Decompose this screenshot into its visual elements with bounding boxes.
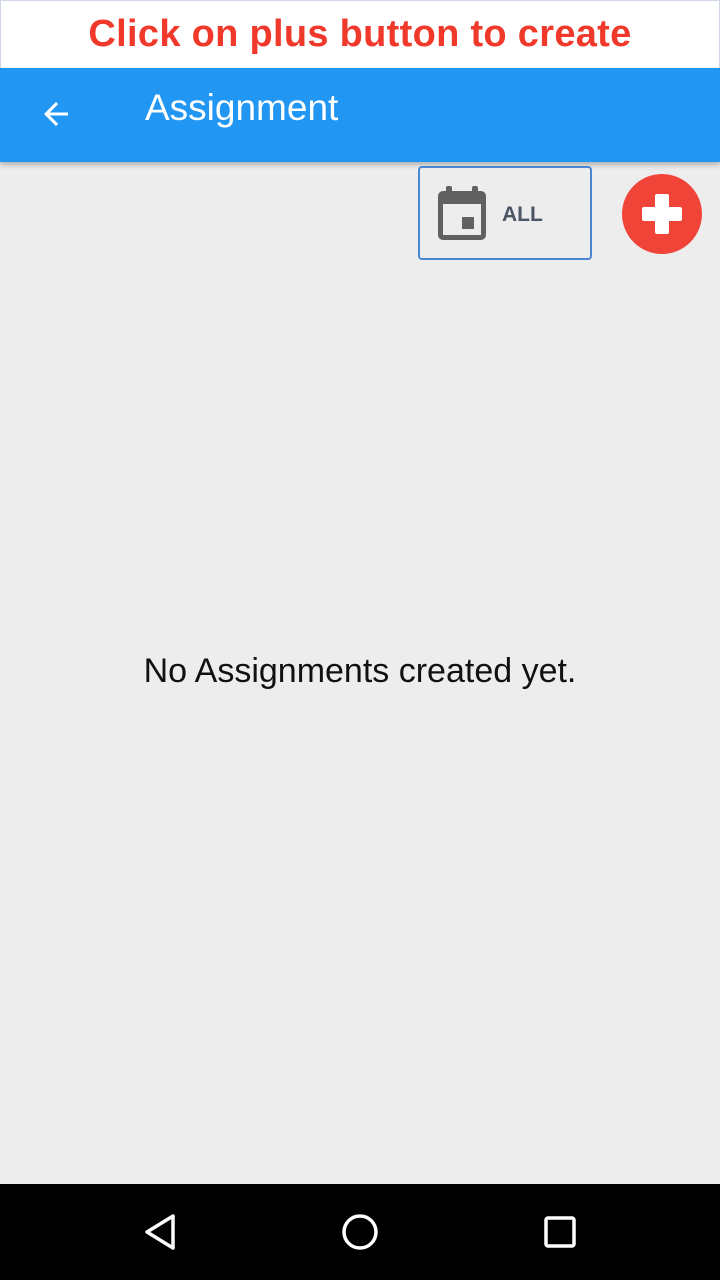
filter-label: ALL: [502, 203, 543, 226]
page-title: Assignment: [145, 87, 339, 128]
add-assignment-button[interactable]: [622, 174, 702, 254]
nav-back-button[interactable]: [126, 1198, 194, 1266]
plus-icon: [642, 194, 682, 234]
nav-recents-button[interactable]: [526, 1198, 594, 1266]
system-nav-bar: [0, 1184, 720, 1280]
nav-home-button[interactable]: [326, 1198, 394, 1266]
calendar-icon: [438, 186, 486, 240]
empty-state-message: No Assignments created yet.: [143, 652, 577, 690]
circle-home-icon: [342, 1214, 378, 1250]
date-filter-button[interactable]: ALL: [418, 166, 592, 260]
back-button[interactable]: [24, 82, 88, 146]
triangle-back-icon: [145, 1214, 175, 1250]
arrow-left-icon: [44, 102, 68, 126]
square-recents-icon: [544, 1216, 576, 1248]
app-bar: Assignment: [0, 68, 720, 162]
instruction-text: Click on plus button to create: [88, 13, 632, 55]
screen: Click on plus button to create Assignmen…: [0, 0, 720, 1280]
instruction-banner: Click on plus button to create: [0, 0, 720, 68]
